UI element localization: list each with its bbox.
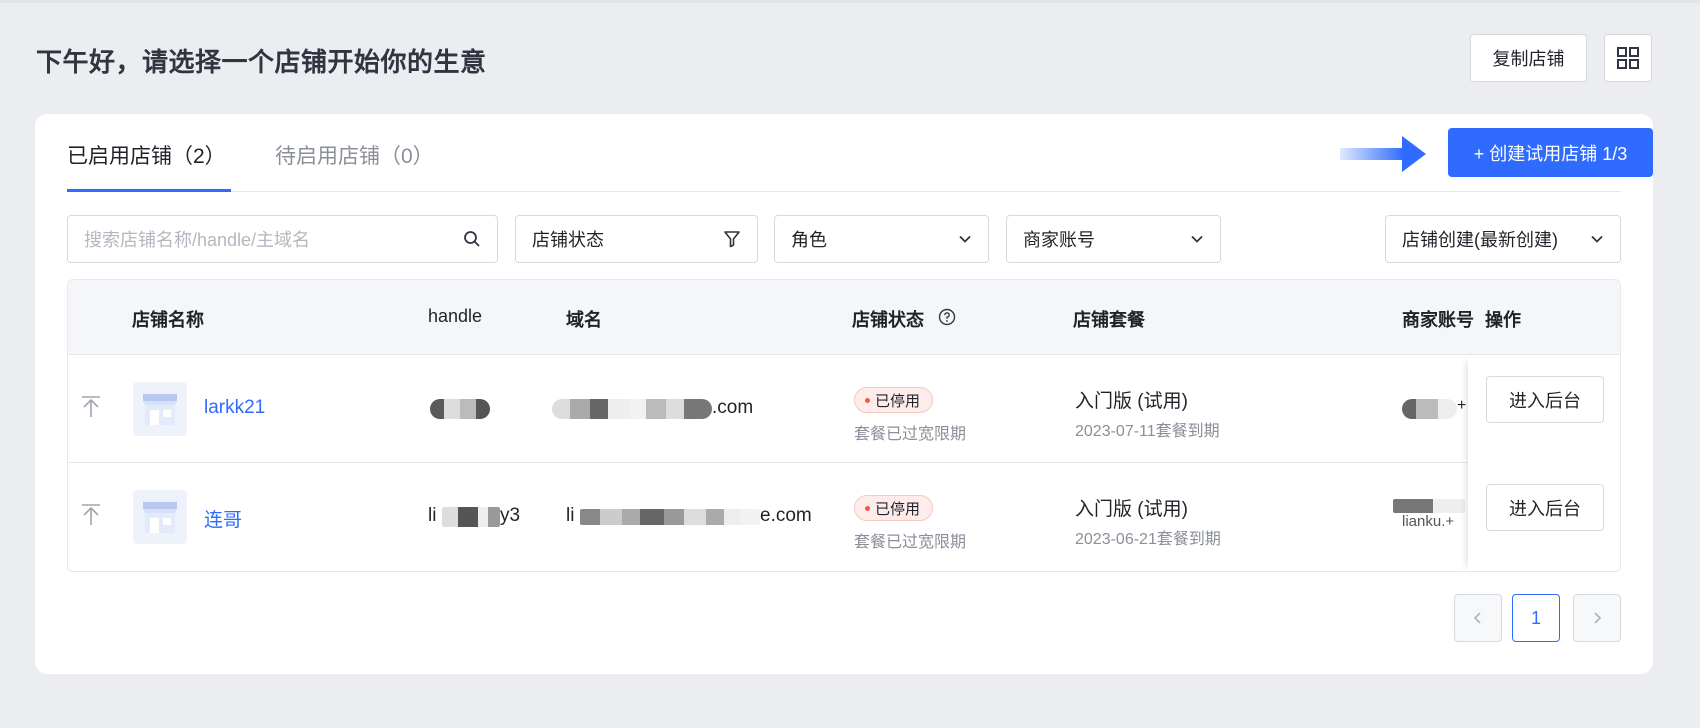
merchant-visible: lianku.+	[1402, 513, 1455, 530]
store-tabs: 已启用店铺（2） 待启用店铺（0） + 创建试用店铺 1/3	[67, 114, 1653, 192]
header-store-status: 店铺状态	[852, 310, 924, 330]
sort-select[interactable]: 店铺创建(最新创建)	[1385, 215, 1621, 263]
handle-visible-prefix: li	[428, 505, 437, 526]
top-divider	[0, 0, 1700, 3]
role-select[interactable]: 角色	[774, 215, 989, 263]
merchant-account-select-label: 商家账号	[1023, 230, 1095, 250]
page-greeting: 下午好，请选择一个店铺开始你的生意	[36, 47, 487, 77]
domain-visible-prefix: li	[566, 505, 575, 526]
copy-store-button[interactable]: 复制店铺	[1470, 34, 1587, 82]
sort-select-label: 店铺创建(最新创建)	[1402, 230, 1558, 250]
store-name-link[interactable]: larkk21	[204, 397, 265, 419]
store-name-link[interactable]: 连哥	[204, 505, 242, 532]
status-badge: 已停用	[854, 495, 934, 521]
store-icon	[143, 394, 177, 425]
plan-name: 入门版 (试用)	[1075, 499, 1188, 520]
help-icon[interactable]	[938, 308, 956, 326]
header-store-plan: 店铺套餐	[1073, 310, 1145, 330]
redacted-domain	[552, 399, 712, 419]
search-placeholder: 搜索店铺名称/handle/主域名	[84, 230, 311, 250]
table-header: 店铺名称 handle 域名 店铺状态 店铺套餐 商家账号 操作	[68, 280, 1620, 355]
grid-icon	[1617, 47, 1639, 69]
arrow-right-icon	[1340, 136, 1426, 172]
handle-visible-suffix: y3	[500, 505, 521, 526]
domain-visible: .com	[712, 397, 754, 418]
role-select-label: 角色	[791, 230, 827, 250]
plan-name: 入门版 (试用)	[1075, 391, 1188, 412]
merchant-visible: +	[1457, 397, 1467, 414]
enter-admin-button[interactable]: 进入后台	[1486, 376, 1604, 423]
grid-view-button[interactable]	[1604, 34, 1652, 82]
table-row: 连哥 li y3 li e.com 已停用 套餐已过宽限期 入门版 (试用) 2…	[68, 463, 1620, 571]
store-table: 店铺名称 handle 域名 店铺状态 店铺套餐 商家账号 操作 larkk21…	[67, 279, 1621, 572]
header-merchant-account: 商家账号	[1402, 310, 1474, 330]
pagination-page-1[interactable]: 1	[1512, 594, 1560, 642]
pagination-prev-button[interactable]	[1454, 594, 1502, 642]
redacted-domain	[580, 509, 760, 525]
pin-to-top-icon[interactable]	[80, 395, 102, 419]
store-thumbnail	[133, 490, 187, 544]
redacted-handle	[442, 507, 500, 527]
header-actions: 操作	[1485, 310, 1521, 330]
chevron-down-icon	[1191, 235, 1203, 243]
status-subtext: 套餐已过宽限期	[854, 534, 967, 551]
redacted-merchant	[1402, 399, 1457, 419]
store-status-filter-label: 店铺状态	[532, 230, 604, 250]
merchant-account-select[interactable]: 商家账号	[1006, 215, 1221, 263]
store-search-input[interactable]: 搜索店铺名称/handle/主域名	[67, 215, 498, 263]
chevron-down-icon	[959, 235, 971, 243]
chevron-left-icon	[1473, 612, 1481, 624]
header-handle: handle	[428, 306, 483, 326]
table-row: larkk21 .com 已停用 套餐已过宽限期 入门版 (试用) 2023-0…	[68, 355, 1620, 463]
plan-expiry: 2023-07-11套餐到期	[1075, 423, 1220, 440]
header-store-name: 店铺名称	[132, 310, 204, 330]
header-domain: 域名	[566, 310, 602, 330]
store-status-filter[interactable]: 店铺状态	[515, 215, 758, 263]
tab-pending-stores[interactable]: 待启用店铺（0）	[275, 140, 434, 170]
enter-admin-button[interactable]: 进入后台	[1486, 484, 1604, 531]
search-icon	[464, 231, 480, 247]
active-tab-indicator	[67, 189, 231, 192]
store-icon	[143, 502, 177, 533]
tab-enabled-stores[interactable]: 已启用店铺（2）	[67, 140, 226, 170]
pin-to-top-icon[interactable]	[80, 503, 102, 527]
store-thumbnail	[133, 382, 187, 436]
create-trial-store-button[interactable]: + 创建试用店铺 1/3	[1448, 128, 1653, 177]
pagination-next-button[interactable]	[1573, 594, 1621, 642]
status-badge: 已停用	[854, 387, 934, 413]
chevron-right-icon	[1594, 612, 1602, 624]
redacted-merchant	[1393, 499, 1465, 513]
plan-expiry: 2023-06-21套餐到期	[1075, 531, 1221, 548]
store-list-card: 已启用店铺（2） 待启用店铺（0） + 创建试用店铺 1/3 搜索店铺名称/ha…	[35, 114, 1653, 674]
chevron-down-icon	[1591, 235, 1603, 243]
domain-visible-suffix: e.com	[760, 505, 812, 526]
filter-icon	[724, 231, 740, 248]
redacted-handle	[430, 399, 490, 419]
status-subtext: 套餐已过宽限期	[854, 426, 967, 443]
